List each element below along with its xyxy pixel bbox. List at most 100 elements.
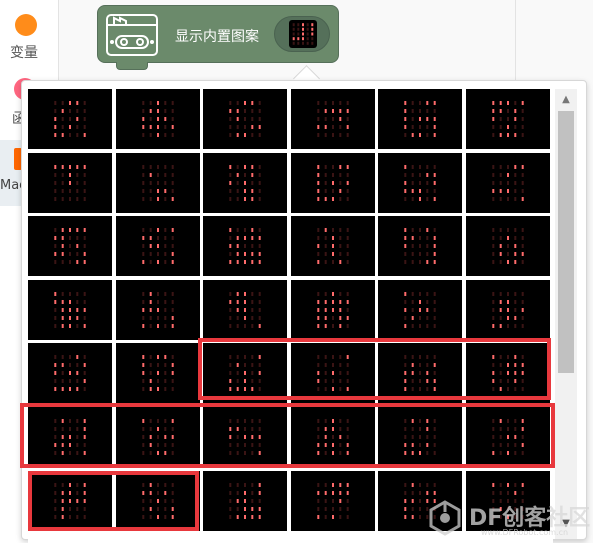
- led-off: [331, 315, 334, 320]
- led-off: [513, 196, 516, 201]
- led-off: [404, 490, 407, 495]
- led-on: [61, 387, 64, 392]
- scroll-up-arrow-icon[interactable]: ▲: [555, 91, 577, 109]
- led-off: [433, 315, 436, 320]
- led-on: [499, 188, 502, 193]
- led-off: [499, 196, 502, 201]
- led-off: [229, 498, 232, 503]
- pattern-tile-leds: [229, 228, 261, 265]
- led-off: [521, 180, 524, 185]
- led-on: [513, 133, 516, 137]
- led-on: [404, 498, 407, 503]
- popup-scrollbar[interactable]: ▲ ▼: [555, 89, 577, 539]
- led-off: [54, 260, 57, 265]
- led-off: [163, 252, 166, 257]
- pattern-tile[interactable]: [115, 343, 200, 404]
- led-on: [141, 307, 144, 312]
- led-off: [433, 482, 436, 487]
- led-on: [491, 188, 494, 193]
- led-off: [244, 228, 246, 233]
- pattern-tile[interactable]: [465, 216, 550, 277]
- led-off: [156, 315, 159, 320]
- led-off: [513, 299, 516, 304]
- pattern-tile[interactable]: [203, 470, 287, 531]
- pattern-tile[interactable]: [28, 89, 112, 149]
- led-off: [419, 109, 421, 113]
- pattern-tile[interactable]: [28, 152, 112, 213]
- led-off: [419, 236, 421, 241]
- led-off: [163, 180, 166, 185]
- pattern-dropdown[interactable]: [274, 16, 330, 52]
- pattern-tile[interactable]: [378, 279, 462, 340]
- pattern-tile[interactable]: [203, 152, 287, 213]
- pattern-tile[interactable]: [378, 152, 462, 213]
- show-builtin-pattern-block[interactable]: 显示内置图案: [97, 5, 339, 70]
- pattern-tile[interactable]: [378, 89, 462, 149]
- led-on: [251, 172, 254, 177]
- pattern-tile[interactable]: [290, 152, 375, 213]
- led-off: [513, 101, 516, 105]
- pattern-tile[interactable]: [28, 216, 112, 277]
- led-on: [163, 355, 166, 360]
- pattern-tile[interactable]: [290, 279, 375, 340]
- led-on: [236, 133, 239, 137]
- led-on: [83, 133, 86, 137]
- led-off: [244, 482, 246, 487]
- pattern-tile[interactable]: [378, 216, 462, 277]
- pattern-tile[interactable]: [28, 279, 112, 340]
- pattern-tile[interactable]: [115, 89, 200, 149]
- led-off: [426, 196, 429, 201]
- led-on: [499, 299, 502, 304]
- led-on: [499, 101, 502, 105]
- led-off: [331, 506, 334, 511]
- pattern-tile[interactable]: [465, 89, 550, 149]
- pattern-tile[interactable]: [28, 343, 112, 404]
- pattern-tile[interactable]: [203, 216, 287, 277]
- led-on: [251, 236, 254, 241]
- led-on: [229, 228, 232, 233]
- led-off: [316, 498, 319, 503]
- led-on: [258, 482, 261, 487]
- led-on: [433, 172, 436, 177]
- led-off: [419, 101, 421, 105]
- led-off: [346, 172, 349, 177]
- led-on: [76, 371, 79, 376]
- led-on: [331, 291, 334, 296]
- led-off: [171, 188, 174, 193]
- led-matrix: [404, 164, 436, 201]
- pattern-tile[interactable]: [290, 470, 375, 531]
- led-matrix: [229, 482, 261, 519]
- led-off: [513, 323, 516, 328]
- led-off: [171, 299, 174, 304]
- led-on: [61, 133, 64, 137]
- led-on: [404, 514, 407, 519]
- pattern-tile[interactable]: [115, 279, 200, 340]
- led-off: [83, 180, 86, 185]
- pattern-tile-leds: [404, 291, 436, 328]
- pattern-tile[interactable]: [290, 89, 375, 149]
- pattern-tile[interactable]: [115, 152, 200, 213]
- scroll-thumb[interactable]: [558, 111, 574, 373]
- led-on: [229, 260, 232, 265]
- led-off: [513, 125, 516, 129]
- led-off: [491, 236, 494, 241]
- led-on: [61, 164, 64, 169]
- category-variables[interactable]: 变量: [0, 0, 58, 72]
- led-off: [141, 101, 144, 105]
- led-off: [171, 101, 174, 105]
- pattern-tile[interactable]: [203, 89, 287, 149]
- pattern-tile[interactable]: [465, 279, 550, 340]
- pattern-tile[interactable]: [115, 216, 200, 277]
- pattern-tile[interactable]: [290, 216, 375, 277]
- led-off: [491, 315, 494, 320]
- led-on: [346, 490, 349, 495]
- led-off: [251, 323, 254, 328]
- led-on: [156, 307, 159, 312]
- pattern-tile-leds: [54, 164, 86, 201]
- pattern-tile[interactable]: [203, 279, 287, 340]
- led-on: [69, 125, 71, 129]
- led-on: [404, 188, 407, 193]
- led-off: [338, 514, 341, 519]
- pattern-tile[interactable]: [465, 152, 550, 213]
- led-off: [83, 299, 86, 304]
